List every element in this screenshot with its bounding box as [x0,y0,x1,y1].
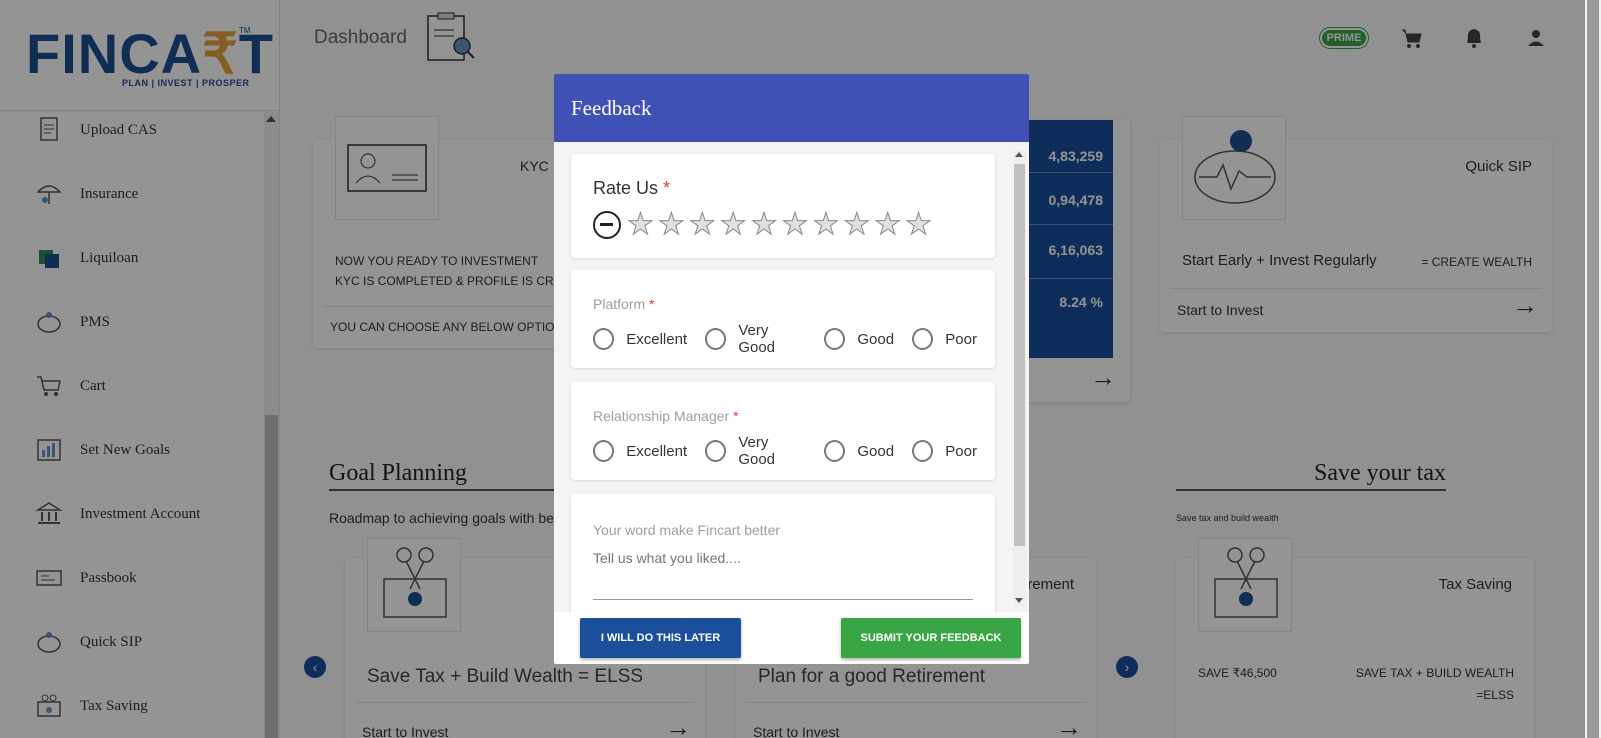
modal-scroll-up-arrow[interactable] [1015,152,1023,157]
radio-label: Very Good [738,434,776,468]
star-10[interactable]: ★ [905,209,933,240]
radio-label: Excellent [626,330,688,348]
comment-label: Your word make Fincart better [593,522,781,538]
star-4[interactable]: ★ [719,209,747,240]
star-5[interactable]: ★ [750,209,778,240]
feedback-modal: Feedback Rate Us * ★ ★ ★ ★ ★ ★ ★ ★ ★ ★ P… [554,74,1029,664]
platform-radio-very-good[interactable] [705,328,727,350]
platform-section: Platform * Excellent Very Good Good Poor [571,270,995,368]
star-1[interactable]: ★ [627,209,655,240]
relationship-manager-label: Relationship Manager * [593,408,739,424]
clear-rating-icon[interactable] [593,211,621,239]
rm-radio-poor[interactable] [912,440,934,462]
rm-radio-very-good[interactable] [705,440,727,462]
modal-scrollbar-thumb[interactable] [1014,164,1025,546]
platform-radio-group: Excellent Very Good Good Poor [593,322,995,356]
modal-body: Rate Us * ★ ★ ★ ★ ★ ★ ★ ★ ★ ★ Platform *… [554,142,1029,612]
modal-scroll-down-arrow[interactable] [1015,598,1023,603]
rm-radio-good[interactable] [824,440,846,462]
radio-label: Poor [945,442,977,460]
star-6[interactable]: ★ [781,209,809,240]
star-3[interactable]: ★ [688,209,716,240]
radio-label: Poor [945,330,977,348]
star-8[interactable]: ★ [843,209,871,240]
do-later-button[interactable]: I WILL DO THIS LATER [580,618,741,658]
platform-radio-good[interactable] [824,328,846,350]
platform-radio-excellent[interactable] [593,328,615,350]
platform-radio-poor[interactable] [912,328,934,350]
comment-textarea[interactable] [593,550,973,600]
relationship-manager-section: Relationship Manager * Excellent Very Go… [571,382,995,480]
platform-label: Platform * [593,296,655,312]
radio-label: Very Good [738,322,776,356]
radio-label: Excellent [626,442,688,460]
rate-us-label: Rate Us * [593,178,671,198]
submit-feedback-button[interactable]: SUBMIT YOUR FEEDBACK [841,618,1021,658]
star-rating: ★ ★ ★ ★ ★ ★ ★ ★ ★ ★ [593,209,936,240]
radio-label: Good [857,442,895,460]
modal-title: Feedback [554,74,1029,142]
rm-radio-group: Excellent Very Good Good Poor [593,434,995,468]
rm-radio-excellent[interactable] [593,440,615,462]
star-7[interactable]: ★ [812,209,840,240]
radio-label: Good [857,330,895,348]
star-9[interactable]: ★ [874,209,902,240]
rate-us-section: Rate Us * ★ ★ ★ ★ ★ ★ ★ ★ ★ ★ [571,154,995,258]
page-scrollbar-thumb[interactable] [1587,0,1599,738]
star-2[interactable]: ★ [657,209,685,240]
comment-section: Your word make Fincart better [571,494,995,612]
